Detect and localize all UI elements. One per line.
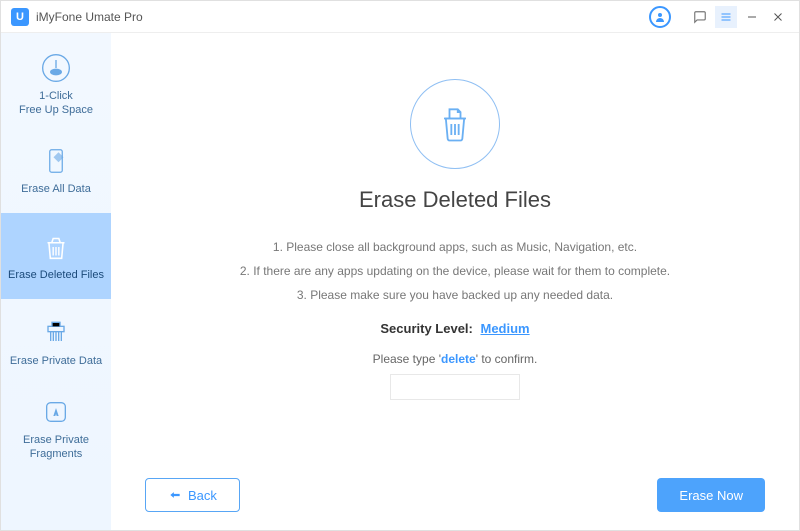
close-icon bbox=[772, 11, 784, 23]
user-account-button[interactable] bbox=[649, 6, 671, 28]
sidebar-item-erase-private-fragments[interactable]: Erase Private Fragments bbox=[1, 385, 111, 471]
erase-now-button[interactable]: Erase Now bbox=[657, 478, 765, 512]
plunger-icon bbox=[38, 50, 74, 86]
app-title: iMyFone Umate Pro bbox=[36, 10, 143, 24]
sidebar-item-erase-deleted[interactable]: Erase Deleted Files bbox=[1, 213, 111, 299]
trash-file-icon bbox=[38, 229, 74, 265]
speech-bubble-icon bbox=[693, 10, 707, 24]
footer-bar: Back Erase Now bbox=[145, 478, 765, 512]
back-arrow-icon bbox=[168, 488, 182, 502]
phone-erase-icon bbox=[38, 143, 74, 179]
instruction-line: 2. If there are any apps updating on the… bbox=[240, 259, 670, 283]
sidebar: 1-Click Free Up Space Erase All Data Era… bbox=[1, 33, 111, 530]
app-fragments-icon bbox=[38, 394, 74, 430]
titlebar: U iMyFone Umate Pro bbox=[1, 1, 799, 33]
security-level-label: Security Level: bbox=[380, 321, 473, 336]
main-panel: Erase Deleted Files 1. Please close all … bbox=[111, 33, 799, 530]
shred-icon bbox=[38, 315, 74, 351]
instructions: 1. Please close all background apps, suc… bbox=[240, 235, 670, 307]
menu-icon bbox=[720, 11, 732, 23]
menu-button[interactable] bbox=[715, 6, 737, 28]
confirm-input[interactable] bbox=[390, 374, 520, 400]
page-title: Erase Deleted Files bbox=[359, 187, 551, 213]
content-area: Erase Deleted Files 1. Please close all … bbox=[145, 57, 765, 466]
security-level-row: Security Level: Medium bbox=[380, 321, 529, 336]
trash-document-icon bbox=[433, 102, 477, 146]
sidebar-item-label: Erase Private Fragments bbox=[23, 434, 89, 462]
hero-circle bbox=[410, 79, 500, 169]
instruction-line: 1. Please close all background apps, suc… bbox=[240, 235, 670, 259]
confirm-instruction: Please type 'delete' to confirm. bbox=[373, 352, 538, 366]
back-button[interactable]: Back bbox=[145, 478, 240, 512]
confirm-keyword: delete bbox=[441, 352, 476, 366]
sidebar-item-label: Erase All Data bbox=[21, 183, 91, 197]
back-button-label: Back bbox=[188, 488, 217, 503]
sidebar-item-label: Erase Deleted Files bbox=[8, 269, 104, 283]
security-level-link[interactable]: Medium bbox=[481, 321, 530, 336]
instruction-line: 3. Please make sure you have backed up a… bbox=[240, 283, 670, 307]
sidebar-item-free-up-space[interactable]: 1-Click Free Up Space bbox=[1, 41, 111, 127]
close-button[interactable] bbox=[767, 6, 789, 28]
app-body: 1-Click Free Up Space Erase All Data Era… bbox=[1, 33, 799, 530]
sidebar-item-label: 1-Click Free Up Space bbox=[19, 90, 93, 118]
sidebar-item-label: Erase Private Data bbox=[10, 355, 102, 369]
feedback-button[interactable] bbox=[689, 6, 711, 28]
user-icon bbox=[654, 11, 666, 23]
sidebar-item-erase-all[interactable]: Erase All Data bbox=[1, 127, 111, 213]
sidebar-item-erase-private-data[interactable]: Erase Private Data bbox=[1, 299, 111, 385]
app-logo: U bbox=[11, 8, 29, 26]
erase-button-label: Erase Now bbox=[679, 488, 743, 503]
app-window: U iMyFone Umate Pro 1-Click Free Up Spac… bbox=[0, 0, 800, 531]
minimize-button[interactable] bbox=[741, 6, 763, 28]
minimize-icon bbox=[746, 11, 758, 23]
